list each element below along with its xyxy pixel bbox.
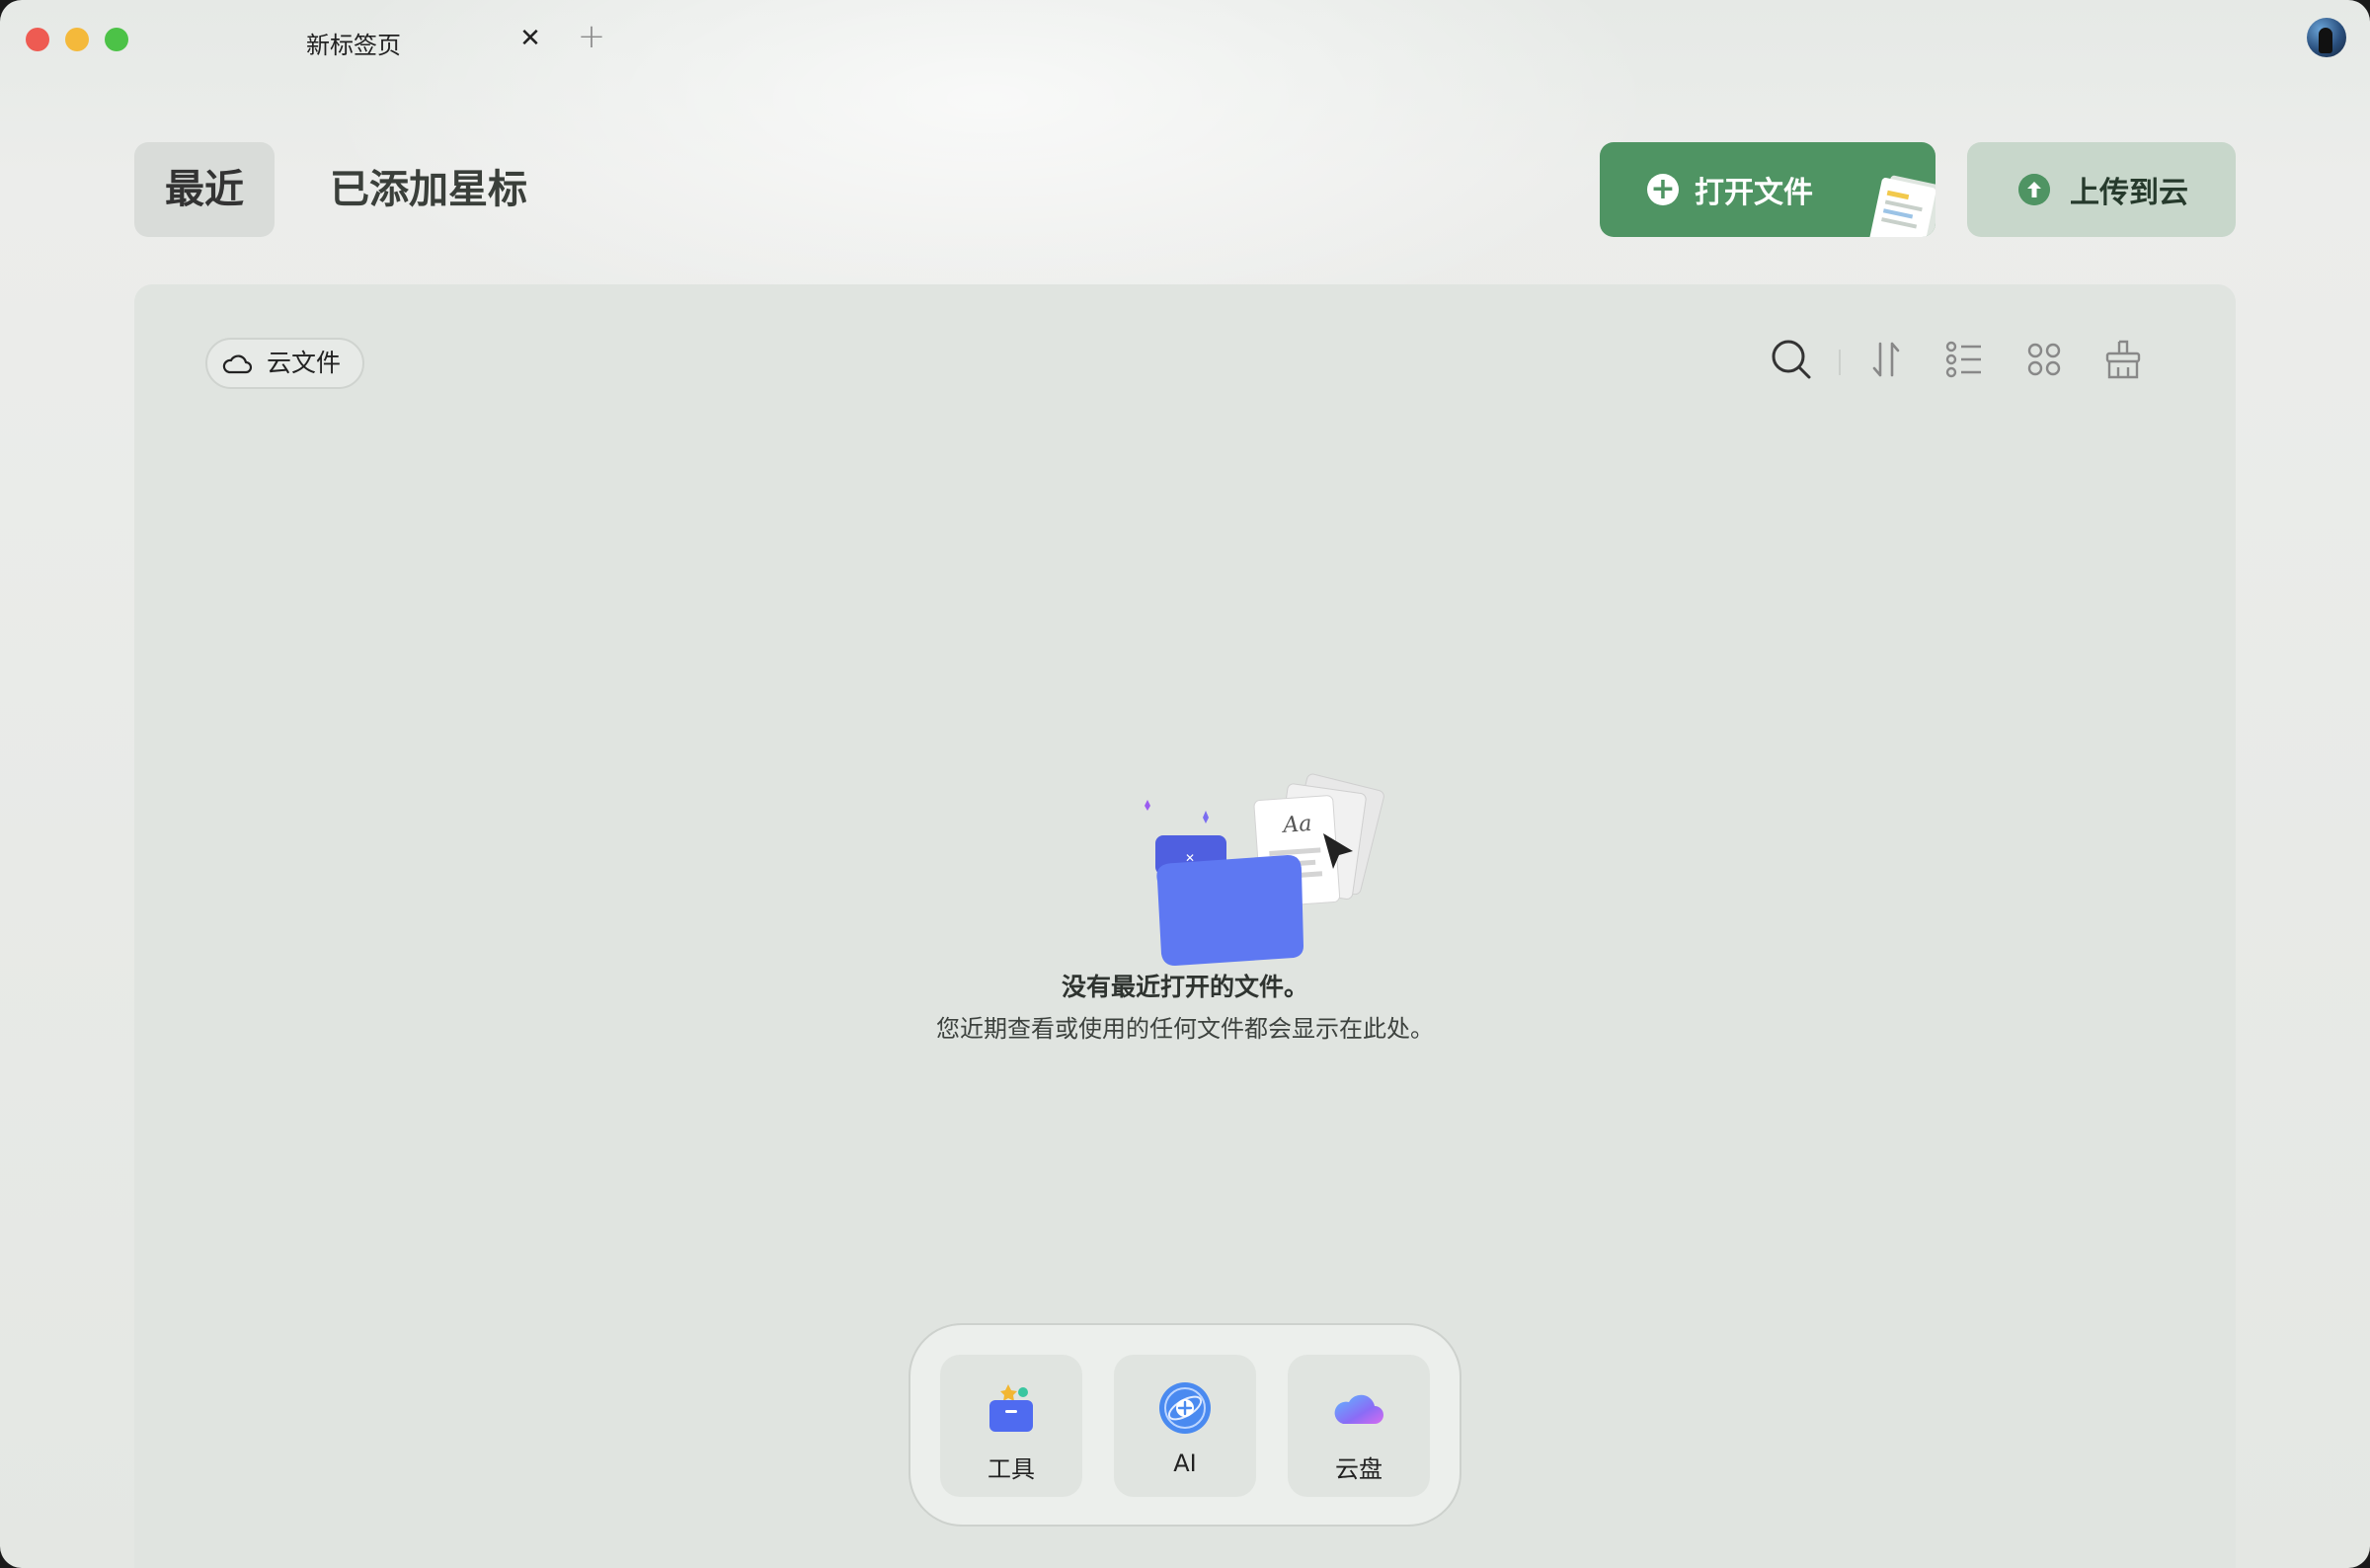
tools-icon: [989, 1384, 1033, 1432]
cloud-icon: [222, 354, 253, 374]
list-view-icon[interactable]: [1941, 336, 1989, 383]
avatar[interactable]: [2307, 18, 2346, 57]
tab-new-tab[interactable]: 新标签页 ✕: [267, 16, 553, 65]
tab-starred[interactable]: 已添加星标: [296, 142, 561, 237]
sort-icon[interactable]: [1862, 336, 1910, 383]
empty-folder-illustration: Aa ✕: [1145, 773, 1384, 966]
tab-close-icon[interactable]: ✕: [515, 24, 545, 53]
empty-state-title: 没有最近打开的文件。: [1061, 973, 1308, 1001]
upload-label: 上传到云: [2070, 176, 2188, 210]
svg-text:Aa: Aa: [1281, 812, 1313, 838]
empty-state-subtitle: 您近期查看或使用的任何文件都会显示在此处。: [936, 1015, 1434, 1043]
search-icon[interactable]: [1768, 336, 1815, 383]
dock-item-cloud-drive[interactable]: 云盘: [1288, 1355, 1430, 1497]
cloud-files-filter[interactable]: 云文件: [205, 338, 365, 389]
app-window: 新标签页 ✕ + 最近 已添加星标 + 打开文件 上传到云 云文件 Aa ✕ 没…: [0, 0, 2370, 1568]
title-bar: 新标签页 ✕ +: [0, 0, 2370, 79]
grid-view-icon[interactable]: [2020, 336, 2068, 383]
clear-icon[interactable]: [2099, 336, 2147, 383]
window-close-button[interactable]: [26, 28, 49, 51]
plus-circle-icon: +: [1647, 174, 1679, 205]
cloud-files-label: 云文件: [267, 349, 342, 377]
upload-arrow-icon: [2018, 174, 2050, 205]
dock-ai-label: AI: [1173, 1450, 1197, 1477]
open-file-button[interactable]: + 打开文件: [1600, 142, 1936, 237]
tab-title: 新标签页: [306, 32, 401, 59]
tab-recent[interactable]: 最近: [134, 142, 275, 237]
dock-item-ai[interactable]: AI: [1114, 1355, 1256, 1497]
ai-icon: [1159, 1382, 1211, 1434]
window-maximize-button[interactable]: [105, 28, 128, 51]
open-file-label: 打开文件: [1695, 176, 1813, 210]
cloud-drive-icon: [1334, 1394, 1383, 1424]
bottom-dock: 工具 AI 云盘: [908, 1323, 1462, 1527]
upload-to-cloud-button[interactable]: 上传到云: [1967, 142, 2236, 237]
window-minimize-button[interactable]: [65, 28, 89, 51]
documents-icon: [1868, 175, 1936, 237]
new-tab-button[interactable]: +: [577, 20, 606, 53]
dock-item-tools[interactable]: 工具: [940, 1355, 1082, 1497]
toolbar-divider: [1839, 350, 1841, 375]
dock-cloud-drive-label: 云盘: [1335, 1455, 1382, 1483]
dock-tools-label: 工具: [988, 1455, 1035, 1483]
